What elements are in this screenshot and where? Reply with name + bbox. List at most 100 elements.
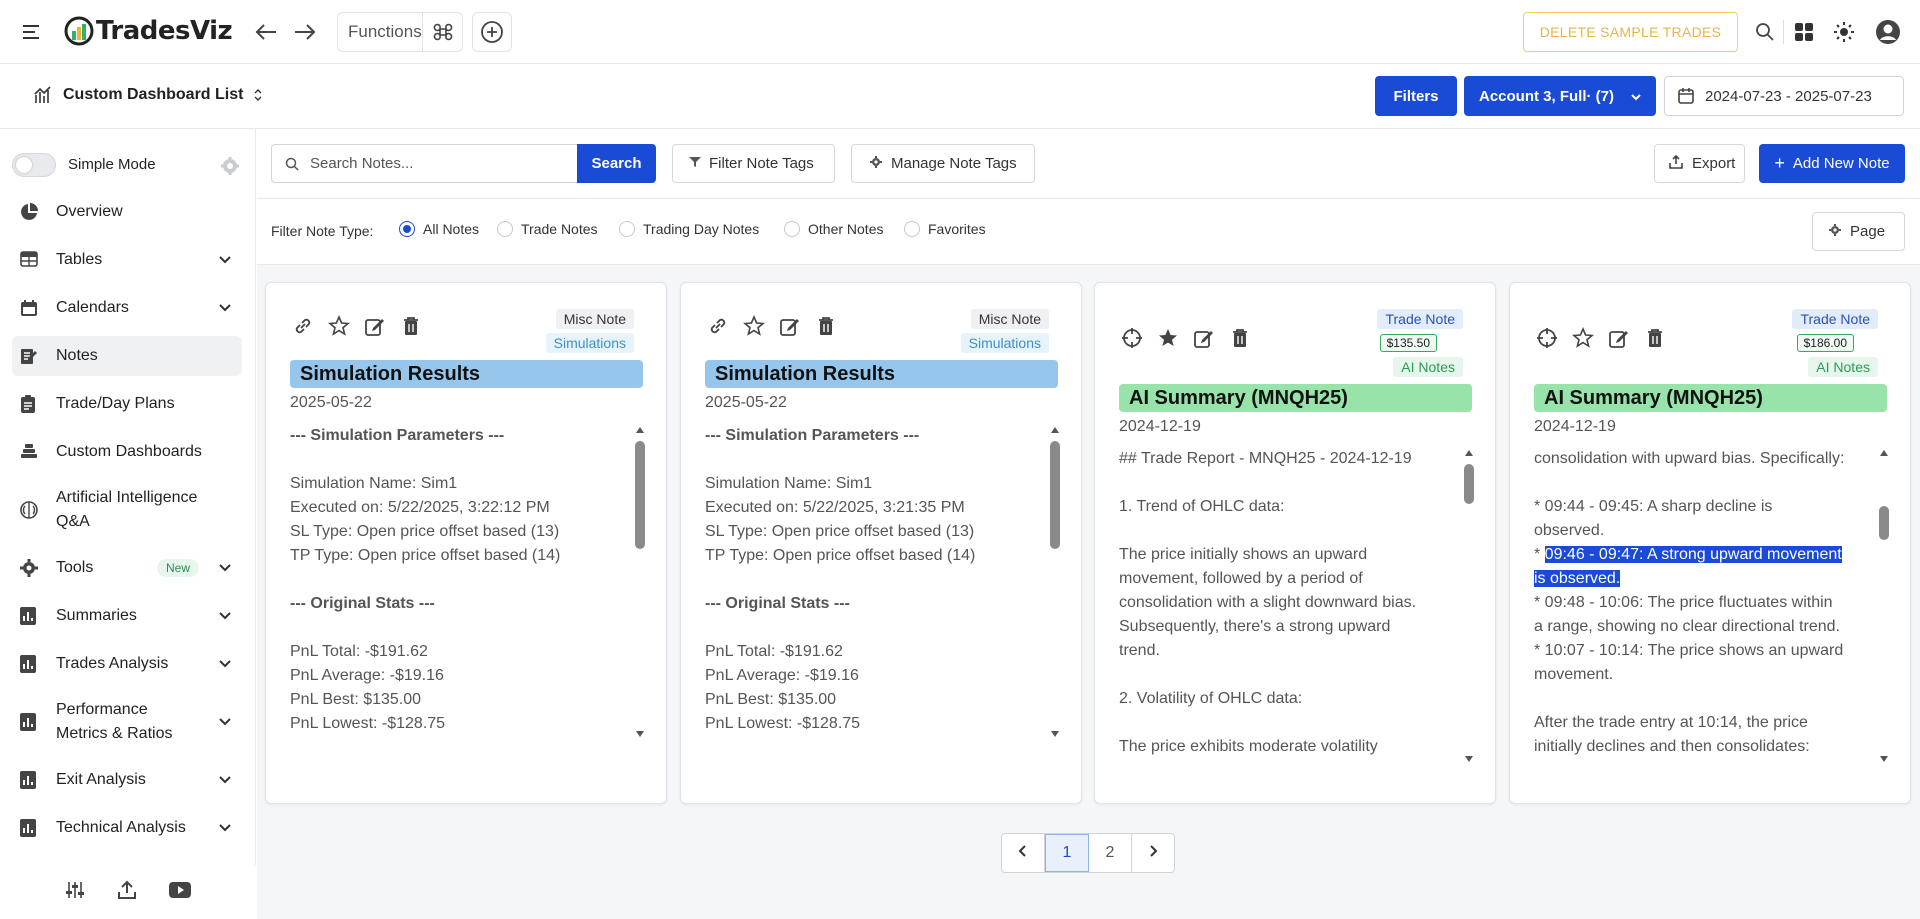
search-notes-input[interactable]: Search Notes... — [271, 144, 578, 183]
export-button[interactable]: Export — [1654, 144, 1745, 183]
scroll-thumb[interactable] — [1464, 464, 1474, 504]
crosshair-icon[interactable] — [1536, 327, 1560, 351]
note-card[interactable]: Misc Note Simulations Simulation Results… — [680, 282, 1082, 804]
pagination-prev-button[interactable] — [1002, 834, 1045, 872]
note-card[interactable]: Trade Note $186.00 AI Notes AI Summary (… — [1509, 282, 1911, 804]
sliders-icon[interactable] — [65, 881, 85, 904]
upload-icon[interactable] — [117, 880, 137, 905]
star-icon[interactable] — [327, 314, 352, 339]
sidebar-item-label: Performance Metrics & Ratios — [56, 701, 173, 742]
scroll-down-arrow[interactable] — [1465, 756, 1473, 762]
note-tag-ai: AI Notes — [1393, 357, 1463, 377]
trash-icon[interactable] — [815, 315, 839, 339]
note-card[interactable]: Misc Note Simulations Simulation Results… — [265, 282, 667, 804]
radio-trade-notes[interactable]: Trade Notes — [497, 221, 598, 237]
pagination-page-2[interactable]: 2 — [1089, 834, 1132, 872]
scroll-down-arrow[interactable] — [636, 731, 644, 737]
forward-arrow-icon[interactable] — [292, 20, 318, 44]
sidebar: Simple Mode Overview Tables Calendars No… — [0, 129, 256, 919]
page-settings-button[interactable]: Page — [1812, 212, 1905, 251]
sidebar-item-notes[interactable]: Notes — [12, 336, 242, 376]
manage-note-tags-button[interactable]: Manage Note Tags — [851, 144, 1035, 183]
note-scrollbar[interactable] — [634, 427, 646, 737]
user-avatar-icon[interactable] — [1874, 18, 1902, 46]
note-scrollbar[interactable] — [1463, 450, 1475, 762]
sidebar-item-calendars[interactable]: Calendars — [12, 288, 242, 328]
add-circle-button[interactable] — [472, 12, 512, 52]
hamburger-menu-icon[interactable] — [22, 22, 42, 42]
scroll-up-arrow[interactable] — [1465, 450, 1473, 456]
sort-updown-icon[interactable] — [253, 88, 265, 104]
sidebar-item-trades-analysis[interactable]: Trades Analysis — [12, 644, 242, 684]
sidebar-item-performance-metrics[interactable]: Performance Metrics & Ratios — [12, 692, 242, 752]
search-icon[interactable] — [1753, 20, 1777, 44]
edit-icon[interactable] — [1193, 327, 1217, 351]
trash-icon[interactable] — [1229, 327, 1253, 351]
note-card[interactable]: Trade Note $135.50 AI Notes AI Summary (… — [1094, 282, 1496, 804]
sun-theme-icon[interactable] — [1832, 20, 1856, 44]
scroll-up-arrow[interactable] — [1880, 450, 1888, 456]
link-icon[interactable] — [707, 315, 731, 339]
radio-favorites[interactable]: Favorites — [904, 221, 986, 237]
account-select-label: Account 3, Full· (7) — [1479, 87, 1614, 105]
youtube-icon[interactable] — [169, 881, 191, 903]
edit-icon[interactable] — [364, 315, 388, 339]
back-arrow-icon[interactable] — [253, 20, 279, 44]
star-icon[interactable] — [1571, 326, 1596, 351]
add-new-note-button[interactable]: + Add New Note — [1759, 144, 1905, 183]
sidebar-footer — [0, 865, 256, 919]
link-icon[interactable] — [292, 315, 316, 339]
dashboard-title[interactable]: Custom Dashboard List — [63, 86, 243, 104]
scroll-down-arrow[interactable] — [1880, 756, 1888, 762]
radio-dot — [497, 221, 513, 237]
account-select-button[interactable]: Account 3, Full· (7) — [1464, 76, 1656, 116]
note-line: --- Simulation Parameters --- — [290, 427, 505, 444]
delete-sample-trades-button[interactable]: DELETE SAMPLE TRADES — [1523, 12, 1738, 52]
scroll-up-arrow[interactable] — [1051, 427, 1059, 433]
functions-menu-button[interactable]: Functions — [337, 12, 463, 52]
search-button[interactable]: Search — [577, 144, 656, 183]
star-filled-icon[interactable] — [1157, 327, 1181, 351]
note-date: 2024-12-19 — [1119, 418, 1201, 435]
pagination-next-button[interactable] — [1132, 834, 1174, 872]
sidebar-item-tools[interactable]: Tools New — [12, 548, 242, 588]
edit-icon[interactable] — [1608, 327, 1632, 351]
sidebar-item-summaries[interactable]: Summaries — [12, 596, 242, 636]
settings-gear-icon[interactable] — [220, 156, 240, 176]
star-icon[interactable] — [742, 314, 767, 339]
radio-all-notes[interactable]: All Notes — [399, 221, 479, 237]
sidebar-item-exit-analysis[interactable]: Exit Analysis — [12, 760, 242, 800]
note-scrollbar[interactable] — [1049, 427, 1061, 737]
simple-mode-toggle[interactable] — [12, 153, 56, 177]
sidebar-item-custom-dashboards[interactable]: Custom Dashboards — [12, 432, 242, 472]
note-scrollbar[interactable] — [1878, 450, 1890, 762]
scroll-up-arrow[interactable] — [636, 427, 644, 433]
note-actions — [292, 314, 424, 339]
trash-icon[interactable] — [400, 315, 424, 339]
sidebar-item-technical-analysis[interactable]: Technical Analysis — [12, 808, 242, 848]
pagination-page-1[interactable]: 1 — [1045, 834, 1089, 872]
scroll-thumb[interactable] — [1050, 441, 1060, 549]
note-line: PnL Total: -$191.62 — [290, 643, 428, 660]
scroll-down-arrow[interactable] — [1051, 731, 1059, 737]
apps-grid-icon[interactable] — [1792, 20, 1816, 44]
radio-other-notes[interactable]: Other Notes — [784, 221, 883, 237]
radio-trading-day-notes[interactable]: Trading Day Notes — [619, 221, 759, 237]
dashboard-bar: Custom Dashboard List Filters Account 3,… — [0, 64, 1920, 129]
sidebar-item-tables[interactable]: Tables — [12, 240, 242, 280]
trash-icon[interactable] — [1644, 327, 1668, 351]
crosshair-icon[interactable] — [1121, 327, 1145, 351]
note-line — [705, 568, 1045, 592]
sidebar-item-ai-qa[interactable]: Artificial Intelligence Q&A — [12, 480, 242, 540]
sidebar-item-trade-day-plans[interactable]: Trade/Day Plans — [12, 384, 242, 424]
edit-icon[interactable] — [779, 315, 803, 339]
note-title: AI Summary (MNQH25) — [1534, 384, 1887, 412]
note-type-filter-bar: Filter Note Type: All Notes Trade Notes … — [257, 199, 1920, 265]
scroll-thumb[interactable] — [635, 441, 645, 549]
filter-note-tags-button[interactable]: Filter Note Tags — [672, 144, 835, 183]
sidebar-item-overview[interactable]: Overview — [12, 192, 242, 232]
date-range-picker[interactable]: 2024-07-23 - 2025-07-23 — [1664, 76, 1904, 116]
filters-button[interactable]: Filters — [1375, 76, 1457, 116]
scroll-thumb[interactable] — [1879, 506, 1889, 540]
note-body: ## Trade Report - MNQH25 - 2024-12-19 1.… — [1119, 447, 1459, 767]
